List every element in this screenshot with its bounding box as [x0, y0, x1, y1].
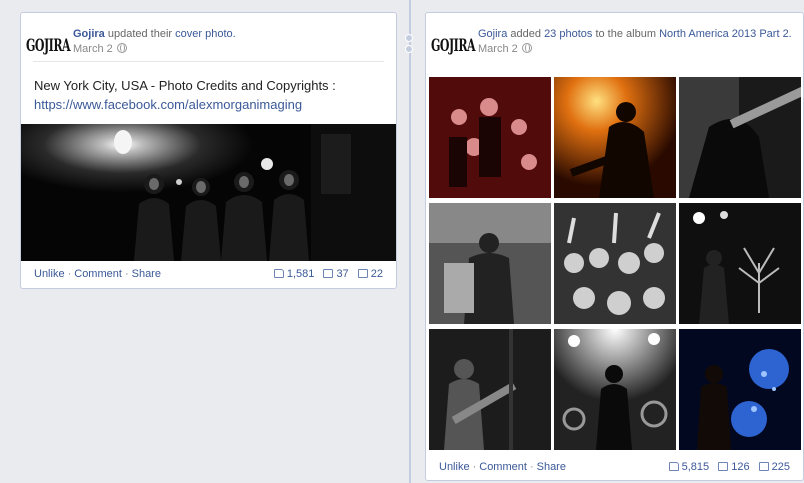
album-photo[interactable]	[679, 203, 801, 324]
story-line: Gojira added 23 photos to the album Nort…	[478, 27, 793, 57]
post-message: New York City, USA - Photo Credits and C…	[34, 76, 386, 114]
story-stats: 1,581 37 22	[268, 261, 383, 287]
band-photo-graphic	[21, 124, 396, 261]
action-links: Unlike · Comment · Share	[34, 261, 161, 287]
share-button[interactable]: Share	[132, 268, 161, 280]
album-photo[interactable]	[429, 77, 551, 198]
shares-stat[interactable]: 225	[758, 461, 790, 473]
header-divider	[33, 61, 384, 62]
shares-count: 22	[370, 268, 383, 280]
comment-button[interactable]: Comment	[74, 268, 122, 280]
comments-count: 37	[336, 268, 349, 280]
share-button[interactable]: Share	[537, 461, 566, 473]
unlike-button[interactable]: Unlike	[34, 268, 65, 280]
post-timestamp[interactable]: March 2	[73, 43, 113, 55]
album-link[interactable]: North America 2013 Part 2.	[659, 28, 792, 40]
cover-photo-link[interactable]: cover photo.	[175, 28, 236, 40]
comment-icon	[323, 269, 334, 278]
share-icon	[357, 269, 368, 278]
page-avatar[interactable]: GOJIRA	[431, 28, 476, 62]
avatar-logo-text: GOJIRA	[26, 35, 71, 55]
timeline-dot	[405, 34, 413, 42]
unlike-button[interactable]: Unlike	[439, 461, 470, 473]
story-stats: 5,815 126 225	[663, 454, 790, 480]
globe-icon[interactable]	[521, 43, 532, 53]
message-url-link[interactable]: https://www.facebook.com/alexmorganimagi…	[34, 97, 302, 112]
story-line: Gojira updated their cover photo. March …	[73, 27, 386, 57]
post-timestamp[interactable]: March 2	[478, 43, 518, 55]
album-story: GOJIRA Gojira added 23 photos to the alb…	[425, 12, 804, 481]
likes-stat[interactable]: 5,815	[668, 461, 710, 473]
album-photo[interactable]	[554, 329, 676, 450]
shares-stat[interactable]: 22	[357, 268, 383, 280]
album-photo[interactable]	[679, 77, 801, 198]
story-actions-bar: Unlike · Comment · Share 1,581 37 22	[21, 261, 396, 287]
share-icon	[758, 462, 769, 471]
action-links: Unlike · Comment · Share	[439, 454, 566, 480]
separator: ·	[529, 461, 534, 473]
story-header: GOJIRA Gojira updated their cover photo.…	[21, 13, 396, 73]
likes-count: 5,815	[681, 461, 710, 473]
page-name-link[interactable]: Gojira	[73, 28, 105, 40]
photo-grid	[429, 77, 801, 451]
photo-count-link[interactable]: 23 photos	[544, 28, 592, 40]
globe-icon[interactable]	[116, 43, 127, 53]
page-name-link[interactable]: Gojira	[478, 28, 507, 40]
story-header: GOJIRA Gojira added 23 photos to the alb…	[426, 13, 803, 73]
comments-count: 126	[731, 461, 750, 473]
comments-stat[interactable]: 126	[718, 461, 750, 473]
likes-stat[interactable]: 1,581	[273, 268, 315, 280]
story-to-text: to the album	[595, 28, 656, 40]
page-avatar[interactable]: GOJIRA	[26, 28, 71, 62]
story-action-text: updated their	[107, 28, 173, 40]
album-photo[interactable]	[429, 203, 551, 324]
likes-count: 1,581	[286, 268, 315, 280]
album-photo[interactable]	[679, 329, 801, 450]
cover-photo-image[interactable]	[21, 124, 396, 261]
story-actions-bar: Unlike · Comment · Share 5,815 126 225	[426, 454, 803, 480]
separator: ·	[124, 268, 129, 280]
timeline-spine	[409, 0, 411, 483]
album-photo[interactable]	[554, 77, 676, 198]
story-action-text: added	[510, 28, 541, 40]
like-icon	[273, 269, 284, 278]
separator: ·	[67, 268, 72, 280]
comment-icon	[718, 462, 729, 471]
album-photo[interactable]	[429, 329, 551, 450]
cover-photo-story: GOJIRA Gojira updated their cover photo.…	[20, 12, 397, 289]
comments-stat[interactable]: 37	[323, 268, 349, 280]
comment-button[interactable]: Comment	[479, 461, 527, 473]
album-photo[interactable]	[554, 203, 676, 324]
shares-count: 225	[771, 461, 790, 473]
separator: ·	[472, 461, 477, 473]
timeline-dot	[405, 45, 413, 53]
message-text: New York City, USA - Photo Credits and C…	[34, 78, 336, 93]
avatar-logo-text: GOJIRA	[431, 35, 476, 55]
like-icon	[668, 462, 679, 471]
